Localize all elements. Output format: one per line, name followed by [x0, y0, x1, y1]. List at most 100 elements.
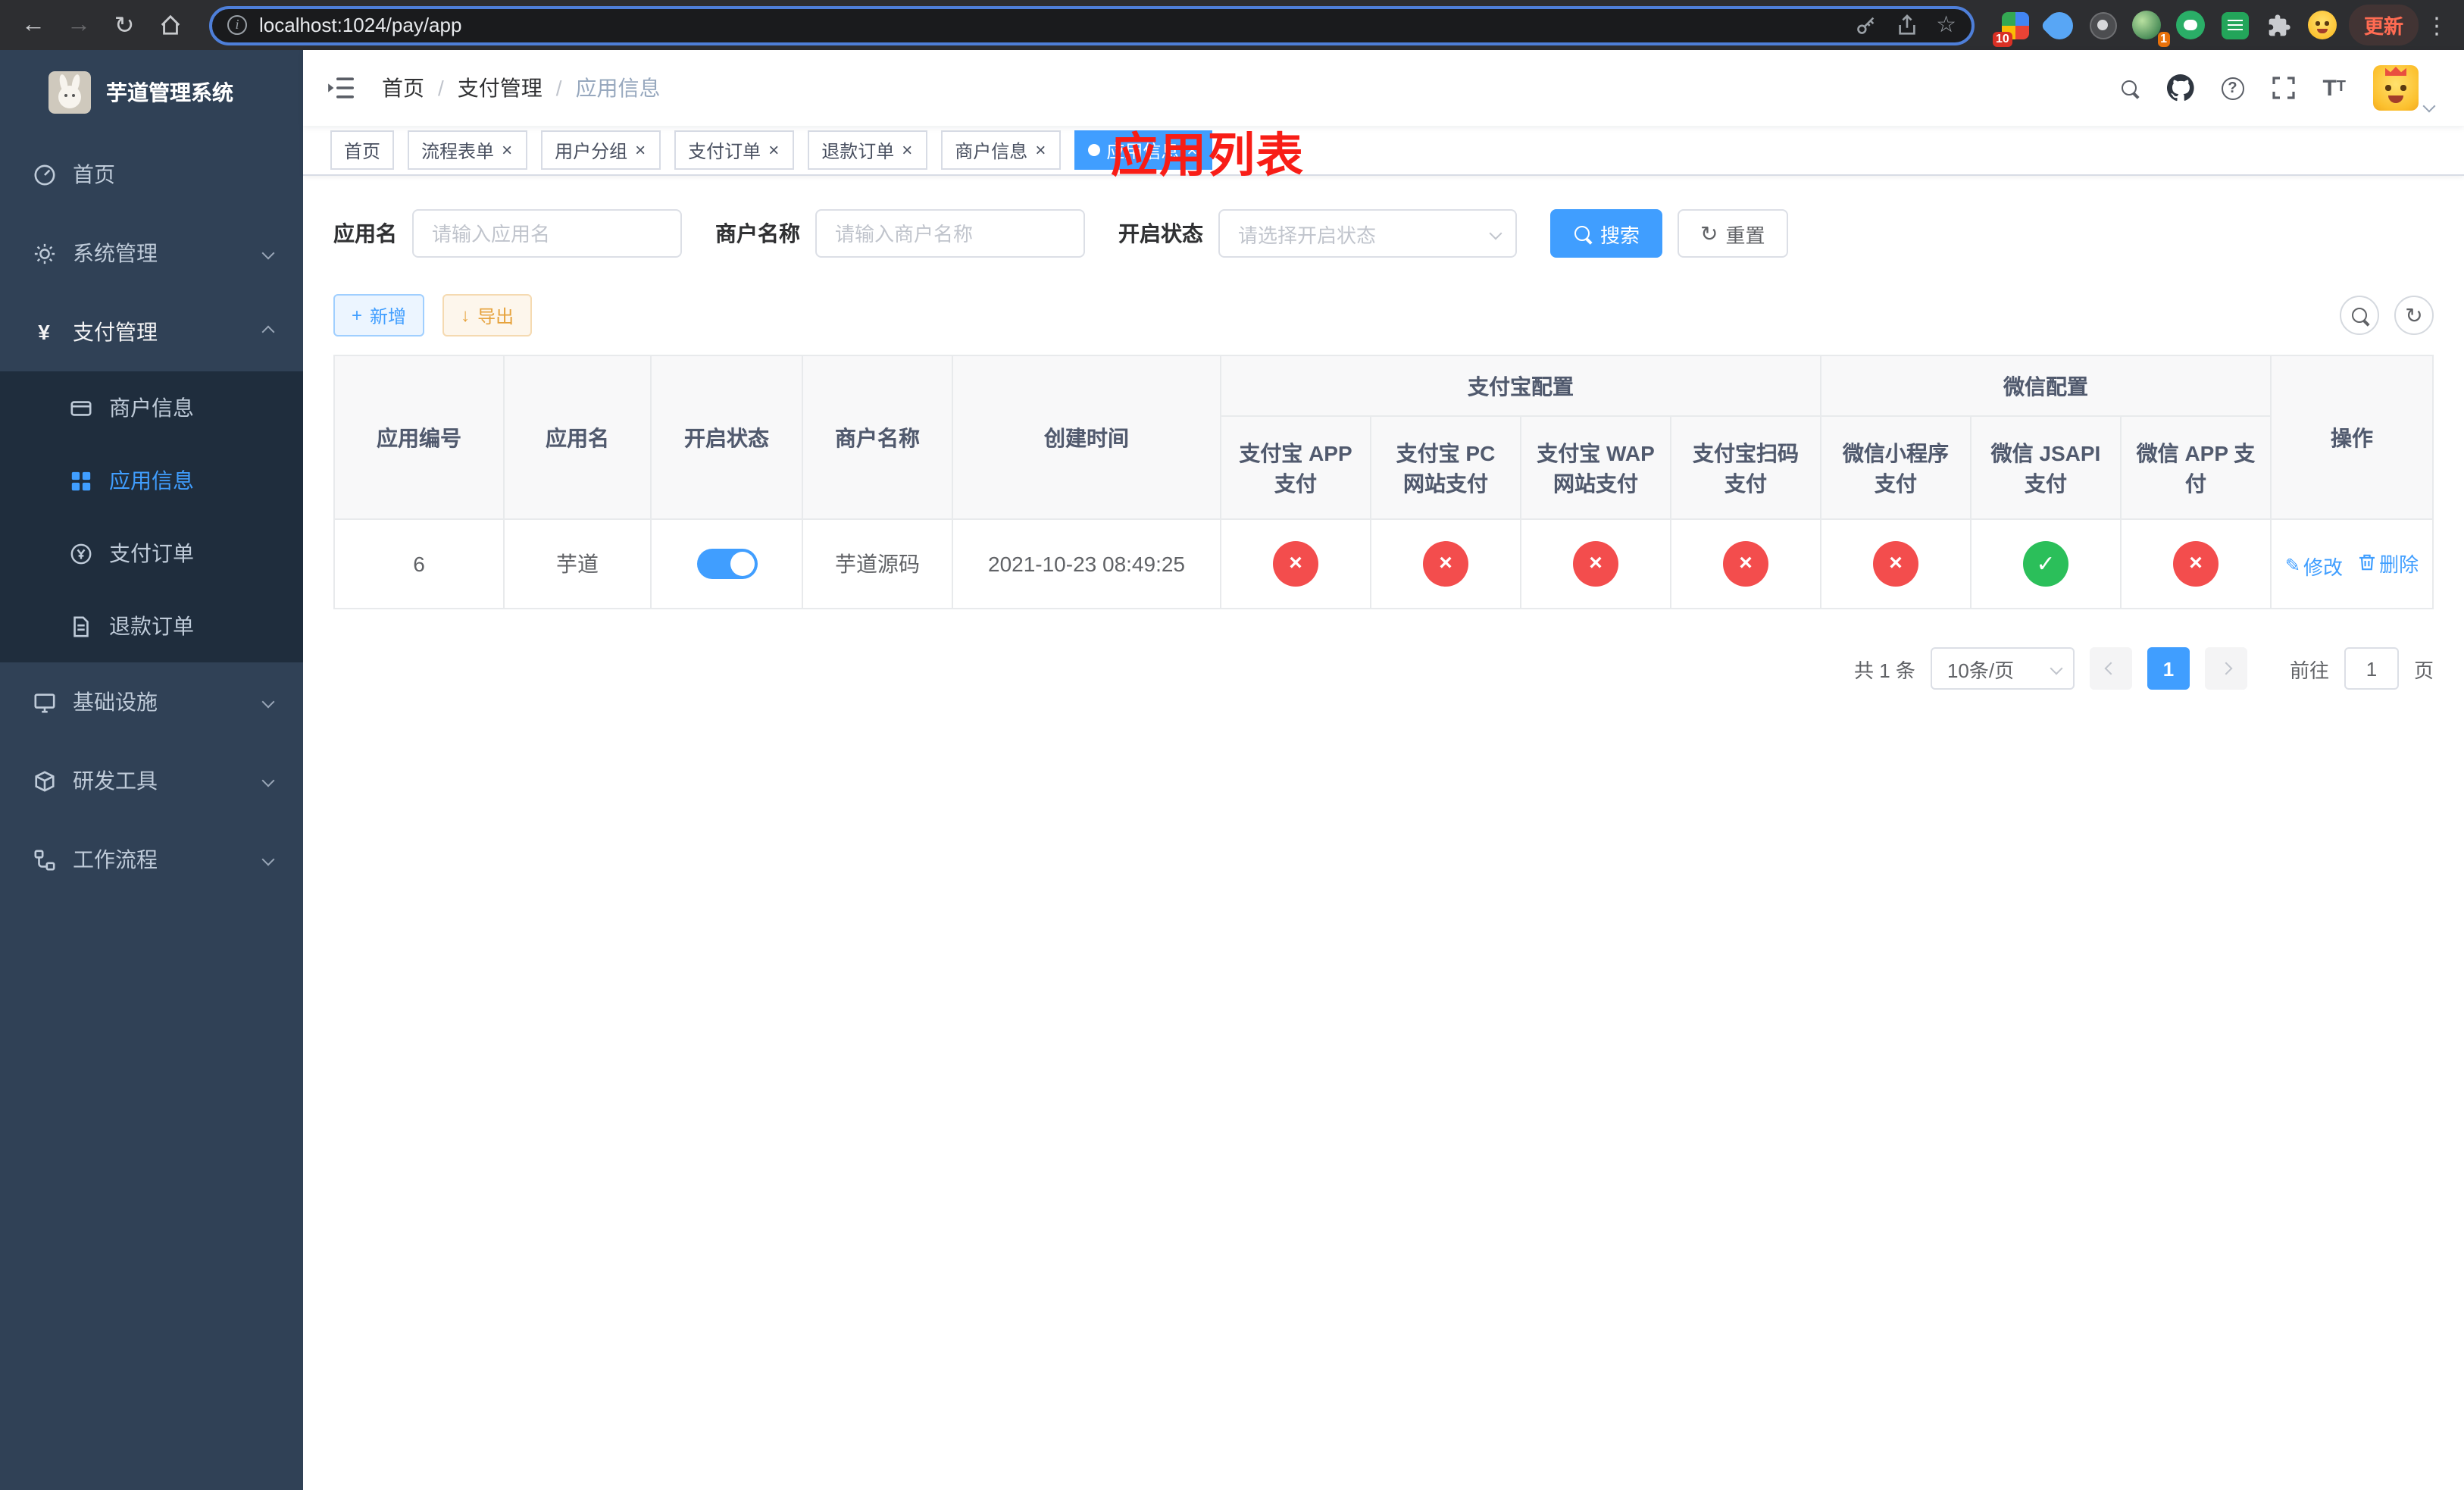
plus-icon: +: [352, 305, 363, 326]
table-toolbar: + 新增 ↓ 导出 ↻: [333, 294, 2434, 337]
sidebar-item-devtools[interactable]: 研发工具: [0, 741, 303, 820]
tab-process-form[interactable]: 流程表单 ×: [408, 130, 528, 170]
chevron-left-icon: [2104, 662, 2118, 675]
hamburger-button[interactable]: [327, 76, 355, 100]
url-text: localhost:1024/pay/app: [259, 14, 462, 36]
search-icon[interactable]: [2119, 78, 2139, 98]
delete-link[interactable]: 删除: [2358, 548, 2419, 577]
font-size-icon[interactable]: TT: [2322, 77, 2346, 99]
avatar-caret-icon[interactable]: [2422, 99, 2436, 113]
card-icon: [67, 396, 94, 419]
edit-link[interactable]: ✎ 修改: [2285, 551, 2343, 580]
top-navbar: 首页 / 支付管理 / 应用信息 ? TT: [303, 50, 2464, 126]
tab-merchant-info[interactable]: 商户信息 ×: [941, 130, 1062, 170]
prev-page-button[interactable]: [2089, 647, 2132, 690]
tab-payment-order[interactable]: 支付订单 ×: [674, 130, 795, 170]
share-icon[interactable]: [1895, 14, 1918, 36]
browser-menu-button[interactable]: ⋮: [2422, 11, 2452, 39]
filter-merchant-input[interactable]: [815, 209, 1085, 258]
breadcrumb-home[interactable]: 首页: [382, 73, 424, 103]
breadcrumb-separator: /: [555, 76, 562, 100]
submenu-item-refund-order[interactable]: 退款订单: [0, 590, 303, 662]
cell-created: 2021-10-23 08:49:25: [952, 518, 1221, 609]
grid-icon: [67, 469, 94, 492]
sidebar-item-system[interactable]: 系统管理: [0, 214, 303, 293]
browser-reload-button[interactable]: ↻: [103, 4, 145, 46]
payment-submenu: 商户信息 应用信息 支付订单 退款订单: [0, 371, 303, 662]
submenu-item-payment-order[interactable]: 支付订单: [0, 517, 303, 590]
chevron-right-icon: [2219, 662, 2233, 675]
export-button[interactable]: ↓ 导出: [442, 294, 533, 337]
breadcrumb-separator: /: [438, 76, 444, 100]
sidebar-item-payment[interactable]: ¥ 支付管理: [0, 293, 303, 371]
page-1-button[interactable]: 1: [2147, 647, 2190, 690]
extensions-puzzle-icon[interactable]: [2262, 8, 2296, 42]
page-size-select[interactable]: 10条/页: [1930, 647, 2075, 690]
toggle-search-button[interactable]: [2340, 296, 2379, 335]
table-row: 6 芋道 芋道源码 2021-10-23 08:49:25 × × × × × …: [333, 518, 2434, 609]
breadcrumb-payment[interactable]: 支付管理: [458, 73, 543, 103]
extension-wechat-icon[interactable]: [2175, 8, 2208, 42]
goto-page-input[interactable]: [2344, 647, 2399, 690]
tab-refund-order[interactable]: 退款订单 ×: [808, 130, 928, 170]
page-content: 应用名 商户名称 开启状态 请选择开启状态: [303, 176, 2464, 1490]
pencil-icon: ✎: [2284, 555, 2301, 576]
sidebar-item-home[interactable]: 首页: [0, 135, 303, 214]
help-icon[interactable]: ?: [2221, 77, 2244, 99]
col-group-alipay: 支付宝配置: [1220, 355, 1821, 417]
browser-back-button[interactable]: ←: [12, 4, 55, 46]
password-key-icon[interactable]: [1854, 14, 1877, 36]
close-tab-icon[interactable]: ×: [767, 141, 780, 159]
col-group-wechat: 微信配置: [1819, 355, 2272, 417]
sidebar-item-infrastructure[interactable]: 基础设施: [0, 662, 303, 741]
browser-profile-icon[interactable]: [2306, 8, 2340, 42]
status-toggle[interactable]: [696, 549, 757, 579]
filter-status-select[interactable]: 请选择开启状态: [1218, 209, 1517, 258]
github-icon[interactable]: [2166, 74, 2194, 102]
browser-home-button[interactable]: [149, 4, 191, 46]
alipay-pc-status-icon: [1423, 541, 1468, 587]
close-tab-icon[interactable]: ×: [633, 141, 647, 159]
cell-merchant: 芋道源码: [802, 518, 953, 609]
submenu-item-merchant-info[interactable]: 商户信息: [0, 371, 303, 444]
col-alipay-qr: 支付宝扫码支付: [1670, 415, 1821, 520]
annotation-app-list: 应用列表: [1111, 129, 1305, 182]
user-avatar[interactable]: [2373, 65, 2419, 111]
fullscreen-icon[interactable]: [2271, 76, 2295, 100]
wechat-app-status-icon: [2173, 541, 2219, 587]
extension-blue-icon[interactable]: [2040, 5, 2079, 45]
pay-order-icon: [67, 542, 94, 565]
extension-avatar-icon[interactable]: 1: [2131, 8, 2170, 46]
next-page-button[interactable]: [2204, 647, 2247, 690]
submenu-item-app-info[interactable]: 应用信息: [0, 444, 303, 517]
refresh-table-button[interactable]: ↻: [2394, 296, 2434, 335]
trash-icon: [2358, 553, 2376, 571]
filter-app-name-label: 应用名: [333, 221, 397, 246]
browser-forward-button[interactable]: →: [58, 4, 100, 46]
search-button[interactable]: 搜索: [1550, 209, 1663, 258]
url-bar[interactable]: i localhost:1024/pay/app ☆: [209, 5, 1975, 45]
site-info-icon[interactable]: i: [227, 15, 247, 35]
col-wechat-mini: 微信小程序支付: [1820, 415, 1972, 520]
tab-home[interactable]: 首页: [330, 130, 395, 170]
pagination-total: 共 1 条: [1854, 659, 1915, 681]
extension-book-icon[interactable]: [2219, 8, 2252, 42]
app-logo: [48, 71, 91, 114]
filter-app-name-input[interactable]: [412, 209, 682, 258]
close-tab-icon[interactable]: ×: [500, 141, 514, 159]
tab-user-group[interactable]: 用户分组 ×: [541, 130, 661, 170]
sidebar-item-workflow[interactable]: 工作流程: [0, 820, 303, 899]
add-button[interactable]: + 新增: [333, 294, 425, 337]
bookmark-star-icon[interactable]: ☆: [1936, 14, 1956, 36]
extension-badge: 1: [2157, 31, 2170, 46]
reset-button[interactable]: ↻ 重置: [1678, 209, 1788, 258]
browser-toolbar: ← → ↻ i localhost:1024/pay/app ☆ 10 1 更新…: [0, 0, 2464, 50]
close-tab-icon[interactable]: ×: [900, 141, 914, 159]
close-tab-icon[interactable]: ×: [1033, 141, 1047, 159]
browser-update-button[interactable]: 更新: [2348, 5, 2419, 45]
extension-colorful-icon[interactable]: 10: [1992, 8, 2032, 46]
chevron-up-icon: [261, 325, 275, 339]
extension-dark-icon[interactable]: [2087, 8, 2120, 42]
screen: ← → ↻ i localhost:1024/pay/app ☆ 10 1 更新…: [0, 0, 2464, 1490]
wechat-mini-status-icon: [1873, 541, 1918, 587]
